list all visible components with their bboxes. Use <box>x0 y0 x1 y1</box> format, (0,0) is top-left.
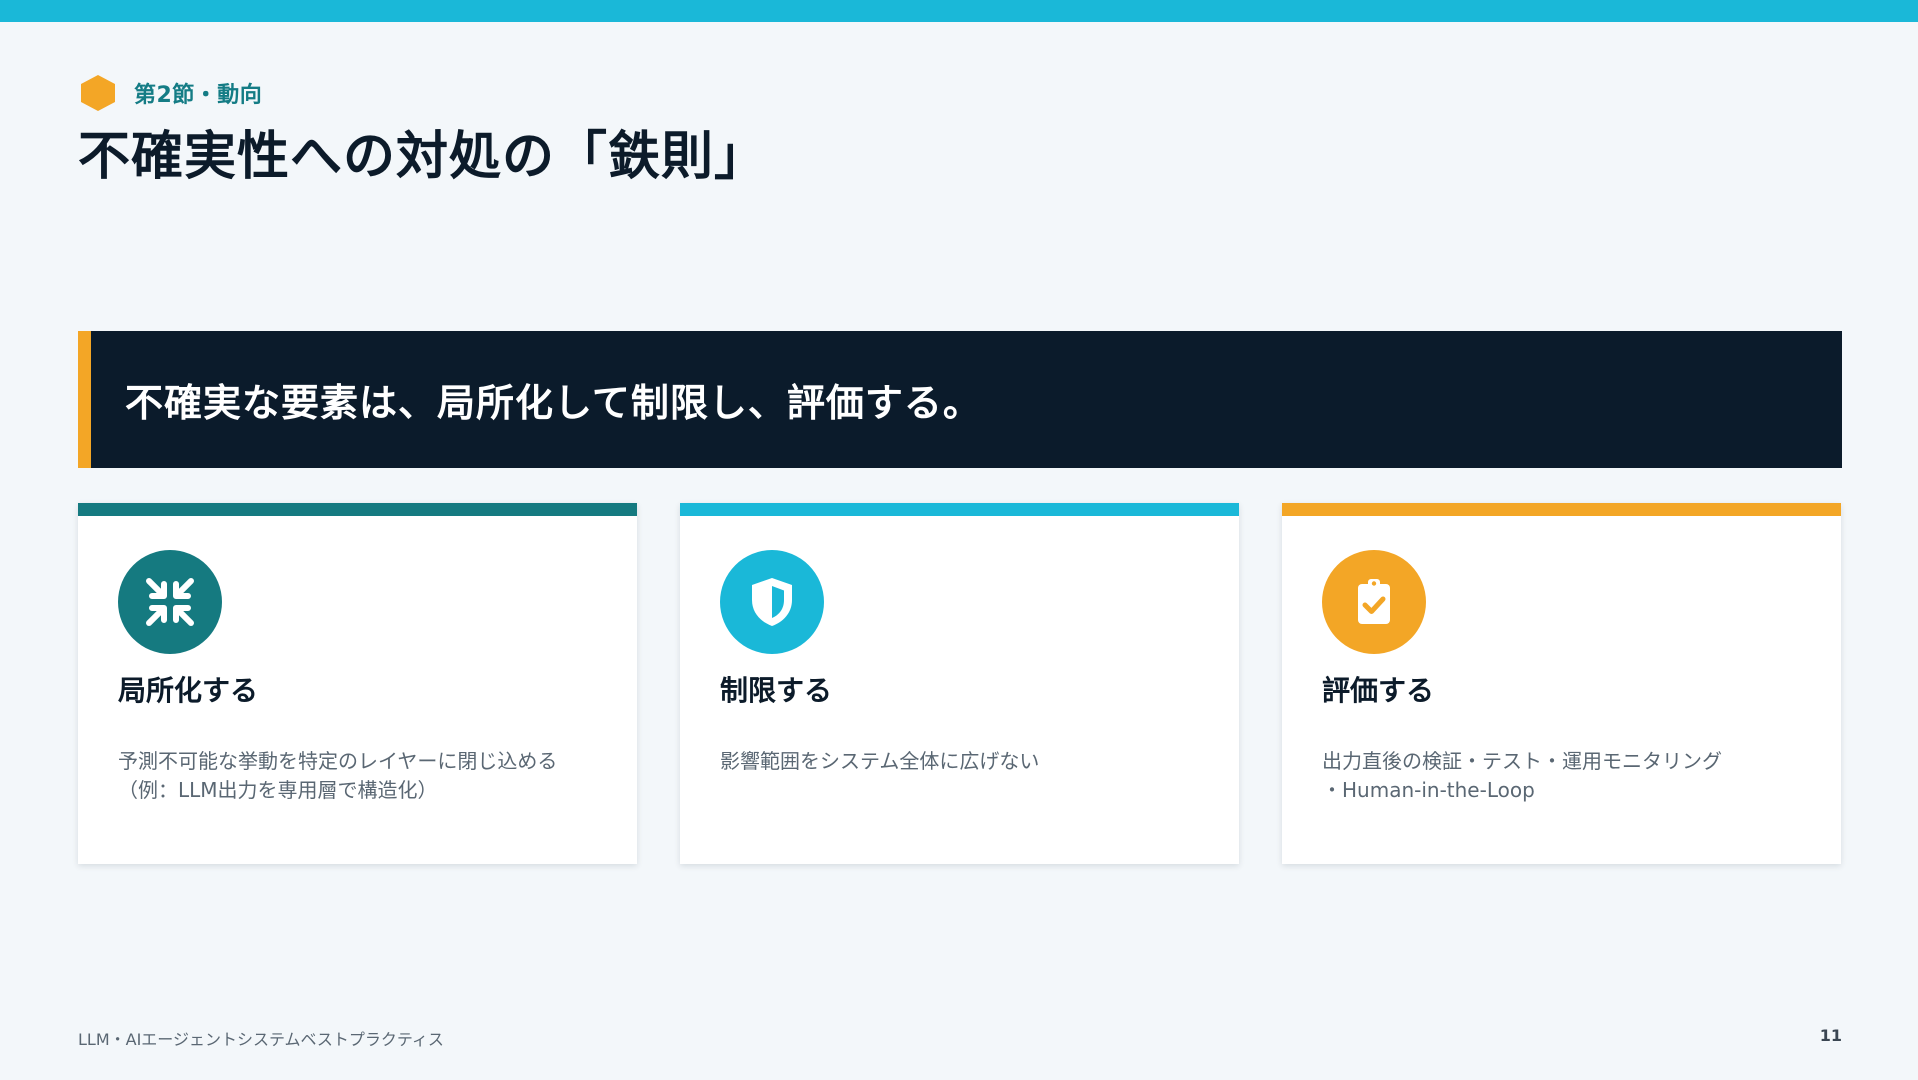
card-evaluate: 評価する 出力直後の検証・テスト・運用モニタリング ・Human-in-the-… <box>1282 503 1841 864</box>
card-accent-bar <box>78 503 637 516</box>
card-description-line: ・Human-in-the-Loop <box>1322 778 1535 802</box>
card-title: 制限する <box>720 674 833 707</box>
clipboard-check-icon <box>1322 550 1426 654</box>
section-label: 第2節・動向 <box>134 83 263 108</box>
card-localize: 局所化する 予測不可能な挙動を特定のレイヤーに閉じ込める （例：LLM出力を専用… <box>78 503 637 864</box>
footer-document-title: LLM・AIエージェントシステムベストプラクティス <box>78 1030 444 1049</box>
compress-arrows-icon <box>118 550 222 654</box>
section-tag: 第2節・動向 <box>78 74 262 112</box>
page-title: 不確実性への対処の「鉄則」 <box>78 127 768 187</box>
card-description: 出力直後の検証・テスト・運用モニタリング ・Human-in-the-Loop <box>1322 747 1812 805</box>
card-title: 評価する <box>1322 674 1435 707</box>
card-limit: 制限する 影響範囲をシステム全体に広げない <box>680 503 1239 864</box>
card-description-line: 出力直後の検証・テスト・運用モニタリング <box>1322 749 1722 773</box>
card-description-line: 影響範囲をシステム全体に広げない <box>720 749 1040 773</box>
key-message-banner: 不確実な要素は、局所化して制限し、評価する。 <box>78 331 1842 468</box>
page-number: 11 <box>1819 1026 1842 1045</box>
card-description-line: 予測不可能な挙動を特定のレイヤーに閉じ込める <box>118 749 558 773</box>
card-accent-bar <box>1282 503 1841 516</box>
banner-text: 不確実な要素は、局所化して制限し、評価する。 <box>125 381 982 425</box>
card-title: 局所化する <box>118 674 259 707</box>
shield-icon <box>720 550 824 654</box>
hexagon-icon <box>81 75 115 111</box>
card-description: 影響範囲をシステム全体に広げない <box>720 747 1210 776</box>
top-accent-bar <box>0 0 1918 22</box>
card-description: 予測不可能な挙動を特定のレイヤーに閉じ込める （例：LLM出力を専用層で構造化） <box>118 747 608 805</box>
card-accent-bar <box>680 503 1239 516</box>
card-description-line: （例：LLM出力を専用層で構造化） <box>118 778 438 802</box>
